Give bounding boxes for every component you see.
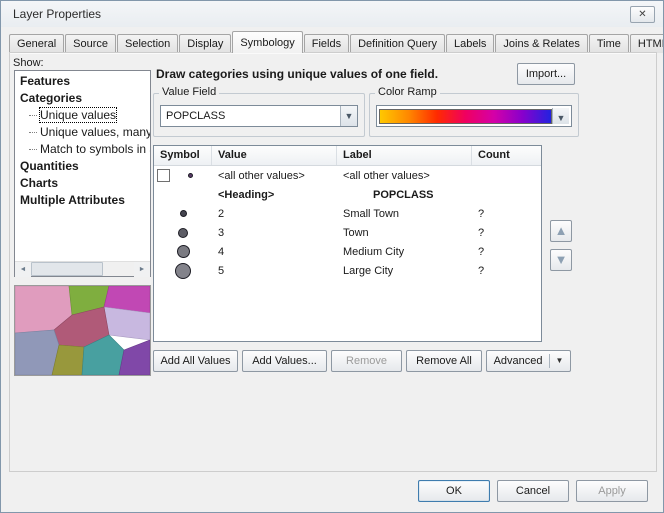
tab-display[interactable]: Display (179, 34, 231, 53)
tree-item-unique-values-many[interactable]: Unique values, many (15, 124, 150, 141)
row-count: ? (472, 246, 538, 258)
tree-item-charts[interactable]: Charts (15, 175, 150, 192)
color-ramp-group: Color Ramp ▼ (369, 93, 579, 137)
tree-connector (29, 132, 37, 133)
row-label: Small Town (337, 208, 472, 220)
scroll-right-icon[interactable]: ► (134, 262, 150, 277)
tab-strip: General Source Selection Display Symbolo… (9, 33, 664, 53)
layer-properties-dialog: Layer Properties ✕ General Source Select… (0, 0, 664, 513)
tab-fields[interactable]: Fields (304, 34, 349, 53)
add-values-button[interactable]: Add Values... (242, 350, 327, 372)
table-row[interactable]: 3 Town ? (154, 223, 541, 242)
row-count: ? (472, 208, 538, 220)
tab-labels[interactable]: Labels (446, 34, 494, 53)
symbology-map-preview (14, 285, 151, 376)
remove-button[interactable]: Remove (331, 350, 402, 372)
value-field-selected: POPCLASS (161, 110, 340, 122)
advanced-button[interactable]: Advanced ▼ (486, 350, 571, 372)
row-label: <all other values> (337, 170, 472, 182)
scroll-left-icon[interactable]: ◄ (15, 262, 31, 277)
move-up-button[interactable]: ▲ (550, 220, 572, 242)
point-symbol-icon[interactable] (177, 245, 190, 258)
tab-html-popup[interactable]: HTML Popup (630, 34, 664, 53)
tree-item-categories[interactable]: Categories (15, 90, 150, 107)
tree-item-unique-values[interactable]: Unique values (15, 107, 150, 124)
header-count[interactable]: Count (472, 146, 538, 165)
table-row[interactable]: <all other values> <all other values> (154, 166, 541, 185)
row-count: ? (472, 265, 538, 277)
point-symbol-icon[interactable] (180, 210, 187, 217)
add-all-values-button[interactable]: Add All Values (153, 350, 238, 372)
tree-item-features[interactable]: Features (15, 73, 150, 90)
map-preview-image (15, 286, 150, 375)
value-field-label: Value Field (159, 86, 219, 98)
value-field-dropdown[interactable]: POPCLASS ▼ (160, 105, 358, 127)
panel-description: Draw categories using unique values of o… (156, 67, 438, 81)
move-down-button[interactable]: ▼ (550, 249, 572, 271)
window-title: Layer Properties (13, 7, 101, 21)
value-field-group: Value Field POPCLASS ▼ (153, 93, 365, 137)
row-value: 2 (212, 208, 337, 220)
color-ramp-swatch (379, 109, 552, 124)
tab-symbology[interactable]: Symbology (232, 31, 302, 53)
point-symbol-icon[interactable] (178, 228, 188, 238)
point-symbol-icon[interactable] (188, 173, 193, 178)
title-bar[interactable]: Layer Properties ✕ (1, 1, 663, 27)
chevron-down-icon[interactable]: ▼ (340, 106, 357, 126)
down-arrow-icon: ▼ (555, 252, 568, 267)
table-row[interactable]: 4 Medium City ? (154, 242, 541, 261)
show-label: Show: (13, 57, 44, 69)
tree-connector (29, 149, 37, 150)
tree-item-multiple-attributes[interactable]: Multiple Attributes (15, 192, 150, 209)
row-count: ? (472, 227, 538, 239)
scrollbar-thumb[interactable] (31, 262, 103, 276)
row-label: Large City (337, 265, 472, 277)
tab-joins-relates[interactable]: Joins & Relates (495, 34, 587, 53)
tree-item-match-symbols[interactable]: Match to symbols in a (15, 141, 150, 158)
import-button[interactable]: Import... (517, 63, 575, 85)
apply-button[interactable]: Apply (576, 480, 648, 502)
advanced-dropdown-icon[interactable]: ▼ (549, 354, 564, 368)
unique-values-table: Symbol Value Label Count <all other valu… (153, 145, 542, 342)
close-button[interactable]: ✕ (630, 6, 655, 23)
table-header-row: Symbol Value Label Count (154, 146, 541, 166)
row-value: <all other values> (212, 170, 337, 182)
all-other-values-checkbox[interactable] (157, 169, 170, 182)
tab-selection[interactable]: Selection (117, 34, 178, 53)
advanced-label: Advanced (494, 351, 543, 371)
header-value[interactable]: Value (212, 146, 337, 165)
tab-source[interactable]: Source (65, 34, 116, 53)
remove-all-button[interactable]: Remove All (406, 350, 482, 372)
table-row[interactable]: 2 Small Town ? (154, 204, 541, 223)
point-symbol-icon[interactable] (175, 263, 191, 279)
row-value: 4 (212, 246, 337, 258)
header-symbol[interactable]: Symbol (154, 146, 212, 165)
row-label: Medium City (337, 246, 472, 258)
chevron-down-icon[interactable]: ▼ (552, 108, 569, 124)
color-ramp-dropdown[interactable]: ▼ (376, 105, 572, 127)
tree-horizontal-scrollbar[interactable]: ◄ ► (15, 261, 150, 276)
table-row[interactable]: 5 Large City ? (154, 261, 541, 280)
color-ramp-label: Color Ramp (375, 86, 440, 98)
close-icon: ✕ (638, 9, 646, 20)
tab-general[interactable]: General (9, 34, 64, 53)
cancel-button[interactable]: Cancel (497, 480, 569, 502)
ok-button[interactable]: OK (418, 480, 490, 502)
row-value: <Heading> (212, 189, 337, 201)
row-value: 3 (212, 227, 337, 239)
header-label[interactable]: Label (337, 146, 472, 165)
tree-connector (29, 115, 37, 116)
row-value: 5 (212, 265, 337, 277)
row-label: Town (337, 227, 472, 239)
table-row[interactable]: <Heading> POPCLASS (154, 185, 541, 204)
tab-definition-query[interactable]: Definition Query (350, 34, 445, 53)
tab-time[interactable]: Time (589, 34, 629, 53)
show-tree: Features Categories Unique values Unique… (14, 70, 151, 277)
tree-item-quantities[interactable]: Quantities (15, 158, 150, 175)
up-arrow-icon: ▲ (555, 223, 568, 238)
row-label: POPCLASS (337, 189, 472, 201)
